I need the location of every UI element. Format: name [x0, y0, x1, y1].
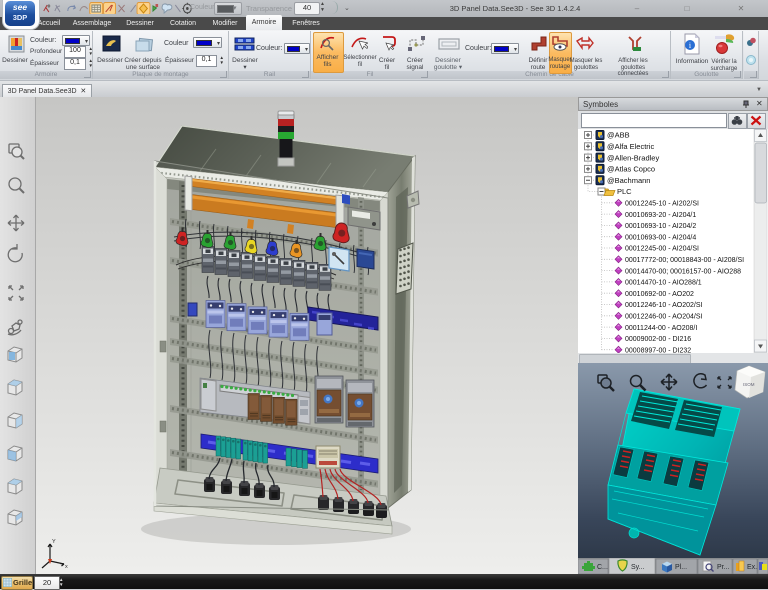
svg-text:00010692-00 - AO202: 00010692-00 - AO202: [625, 291, 694, 298]
svg-text:00009002-00 - DI216: 00009002-00 - DI216: [625, 336, 691, 343]
svg-text:@Atlas Copco: @Atlas Copco: [607, 165, 655, 174]
svg-text:00010693-10 - AI204/2: 00010693-10 - AI204/2: [625, 223, 696, 230]
svg-text:PLC: PLC: [617, 187, 632, 196]
svg-text:00012245-10 - AI202/SI: 00012245-10 - AI202/SI: [625, 201, 699, 208]
svg-text:Pl...: Pl...: [675, 564, 687, 571]
svg-text:00014470-00; 00016157-00 - AIO: 00014470-00; 00016157-00 - AIO288: [625, 268, 741, 275]
svg-text:00010693-00 - AI204/4: 00010693-00 - AI204/4: [625, 234, 696, 241]
svg-text:C...: C...: [597, 564, 608, 571]
svg-text:@Alfa Electric: @Alfa Electric: [607, 142, 654, 151]
svg-text:00014470-10 - AIO288/1: 00014470-10 - AIO288/1: [625, 280, 702, 287]
svg-text:00012246-00 - AO204/SI: 00012246-00 - AO204/SI: [625, 314, 703, 321]
svg-text:00017772-00; 00018843-00 - AI2: 00017772-00; 00018843-00 - AI208/SI: [625, 257, 744, 264]
svg-text:00012245-00 - AI204/SI: 00012245-00 - AI204/SI: [625, 246, 699, 253]
svg-text:@Allen-Bradley: @Allen-Bradley: [607, 153, 659, 162]
svg-text:@ABB: @ABB: [607, 131, 630, 140]
svg-text:ISOM: ISOM: [743, 382, 755, 387]
svg-text:Y: Y: [52, 539, 56, 545]
svg-text:Sy...: Sy...: [631, 564, 645, 571]
svg-text:x: x: [65, 564, 68, 570]
svg-text:Pr...: Pr...: [717, 564, 730, 571]
svg-text:00011244-00 - AO208/I: 00011244-00 - AO208/I: [625, 325, 697, 332]
svg-text:@Bachmann: @Bachmann: [607, 176, 650, 185]
svg-text:00012246-10 - AO202/SI: 00012246-10 - AO202/SI: [625, 302, 703, 309]
svg-text:00010693-20 - AI204/1: 00010693-20 - AI204/1: [625, 212, 696, 219]
